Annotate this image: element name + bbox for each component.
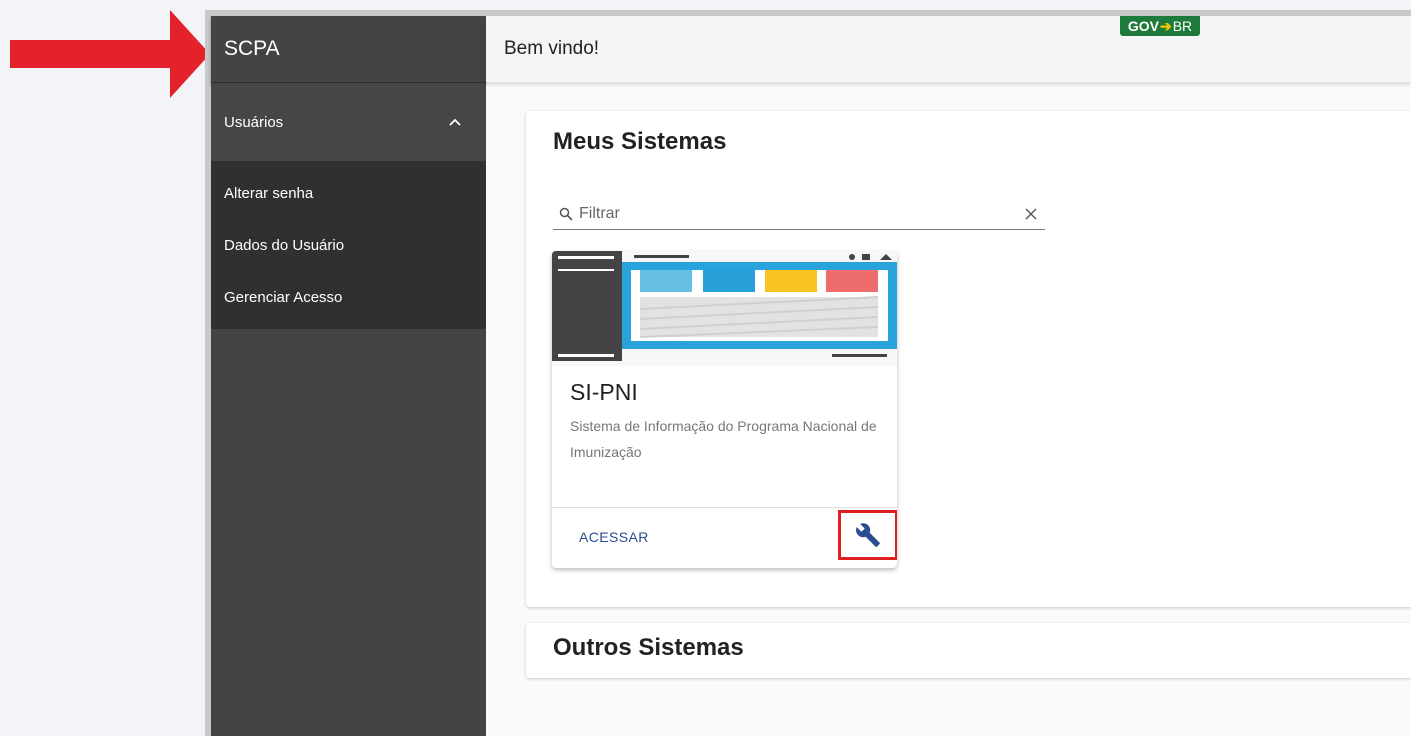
app-window: SCPA Usuários Alterar senha Dados do Usu…: [205, 10, 1411, 736]
sidebar-item-dados-usuario[interactable]: Dados do Usuário: [211, 219, 486, 271]
acessar-button[interactable]: ACESSAR: [579, 529, 649, 545]
gov-arrow-icon: ➔: [1159, 17, 1172, 34]
card-title: SI-PNI: [570, 379, 638, 405]
outros-sistemas-panel[interactable]: Outros Sistemas: [526, 623, 1411, 678]
section-title: Meus Sistemas: [553, 128, 727, 155]
sidebar-item-label: Alterar senha: [224, 184, 314, 202]
sidebar-item-alterar-senha[interactable]: Alterar senha: [211, 167, 486, 219]
system-thumbnail: [552, 251, 897, 366]
sidebar-item-label: Dados do Usuário: [224, 236, 345, 254]
settings-button[interactable]: [838, 510, 897, 560]
filter-field: [553, 198, 1045, 230]
sidebar-item-gerenciar-acesso[interactable]: Gerenciar Acesso: [211, 271, 486, 323]
gov-br-logo: GOV ➔ BR: [1120, 16, 1200, 36]
main-content: Meus Sistemas Filtrar SI-PNI Sistema de …: [486, 83, 1411, 736]
wrench-icon: [856, 523, 880, 547]
system-card: SI-PNI Sistema de Informação do Programa…: [552, 251, 897, 568]
sidebar-group-label: Usuários: [224, 113, 284, 131]
welcome-text: Bem vindo!: [504, 38, 600, 59]
card-description: Sistema de Informação do Programa Nacion…: [570, 418, 877, 460]
filter-input[interactable]: [579, 204, 1025, 223]
app-title: SCPA: [211, 16, 486, 83]
card-divider: [552, 507, 897, 508]
section-title: Outros Sistemas: [553, 634, 744, 661]
meus-sistemas-panel: Meus Sistemas Filtrar SI-PNI Sistema de …: [526, 111, 1411, 607]
sidebar-submenu: Alterar senha Dados do Usuário Gerenciar…: [211, 161, 486, 329]
search-icon: [559, 207, 573, 221]
close-icon[interactable]: [1025, 208, 1037, 220]
sidebar-item-label: Gerenciar Acesso: [224, 288, 343, 306]
annotation-arrow: [10, 10, 210, 98]
sidebar-group-usuarios[interactable]: Usuários: [211, 83, 486, 161]
chevron-up-icon: [449, 118, 461, 126]
top-bar: Bem vindo! GOV ➔ BR: [486, 16, 1411, 83]
sidebar: SCPA Usuários Alterar senha Dados do Usu…: [211, 16, 486, 736]
